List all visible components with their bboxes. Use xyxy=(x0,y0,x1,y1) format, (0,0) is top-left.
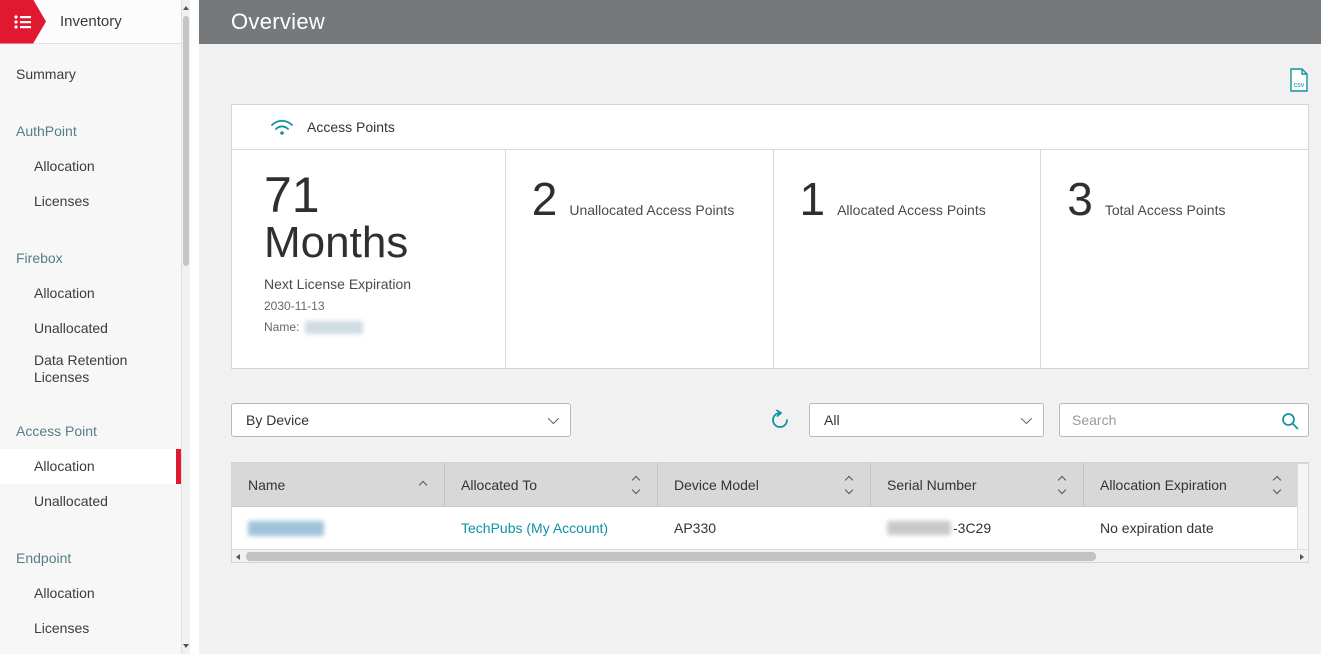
horizontal-scrollbar-thumb[interactable] xyxy=(246,552,1096,561)
search-input[interactable] xyxy=(1060,404,1308,436)
column-header-serial-number[interactable]: Serial Number xyxy=(871,463,1084,506)
refresh-button[interactable] xyxy=(769,409,791,431)
access-points-stats-card: Access Points 71 Months Next License Exp… xyxy=(231,104,1309,369)
sort-ascending-icon xyxy=(418,480,428,489)
months-unit: Months xyxy=(264,218,409,267)
group-by-select[interactable]: By Device xyxy=(231,403,571,437)
scroll-down-arrow-icon[interactable] xyxy=(182,640,190,652)
search-icon[interactable] xyxy=(1281,412,1299,430)
allocated-to-link[interactable]: TechPubs (My Account) xyxy=(461,520,608,536)
wifi-icon xyxy=(271,119,293,135)
sidebar-item-firebox-allocation[interactable]: Allocation xyxy=(0,276,181,311)
chevron-down-icon xyxy=(1020,412,1033,425)
filter-row: By Device All xyxy=(231,403,1309,437)
sort-both-icon xyxy=(1057,475,1067,494)
cell-device-model: AP330 xyxy=(674,520,717,536)
sort-both-icon xyxy=(631,475,641,494)
license-name-line: Name: xyxy=(264,320,505,334)
page-header: Overview xyxy=(199,0,1321,44)
page-title: Overview xyxy=(231,9,326,34)
sidebar-item-endpoint-licenses[interactable]: Licenses xyxy=(0,611,181,646)
sidebar-title: Inventory xyxy=(60,13,122,30)
total-aps-panel: 3 Total Access Points xyxy=(1041,150,1308,368)
scroll-left-arrow-icon[interactable] xyxy=(232,550,244,563)
unallocated-count: 2 xyxy=(531,173,558,225)
app-root: Inventory Summary AuthPoint Allocation L… xyxy=(0,0,1321,654)
sidebar: Inventory Summary AuthPoint Allocation L… xyxy=(0,0,190,654)
unallocated-label: Unallocated Access Points xyxy=(569,202,735,218)
sidebar-item-data-retention-licenses[interactable]: Data Retention Licenses xyxy=(0,346,181,392)
serial-suffix: -3C29 xyxy=(953,520,992,536)
table-horizontal-scrollbar[interactable] xyxy=(232,549,1308,562)
allocated-label: Allocated Access Points xyxy=(837,202,986,218)
status-filter-select[interactable]: All xyxy=(809,403,1044,437)
sidebar-item-summary[interactable]: Summary xyxy=(0,57,181,92)
sidebar-item-access-point-allocation[interactable]: Allocation xyxy=(0,449,181,484)
sidebar-inner: Inventory Summary AuthPoint Allocation L… xyxy=(0,0,181,654)
sort-both-icon xyxy=(844,475,854,494)
sidebar-section-authpoint[interactable]: AuthPoint xyxy=(0,114,181,149)
total-label: Total Access Points xyxy=(1104,202,1226,218)
redacted-device-name xyxy=(248,520,324,536)
cell-allocated-to: TechPubs (My Account) xyxy=(445,507,658,549)
license-expiration-panel: 71 Months Next License Expiration 2030-1… xyxy=(232,150,506,368)
sidebar-item-access-point-unallocated[interactable]: Unallocated xyxy=(0,484,181,519)
redacted-license-name xyxy=(305,320,364,334)
access-points-table: Name Allocated To Device Model Serial Nu… xyxy=(231,462,1309,563)
status-filter-value: All xyxy=(824,412,840,428)
cell-allocation-expiration: No expiration date xyxy=(1100,520,1214,536)
sidebar-nav: Summary AuthPoint Allocation Licenses Fi… xyxy=(0,44,181,646)
chevron-down-icon xyxy=(547,412,560,425)
cell-name xyxy=(232,507,445,549)
sidebar-item-authpoint-allocation[interactable]: Allocation xyxy=(0,149,181,184)
scroll-right-arrow-icon[interactable] xyxy=(1296,550,1308,563)
column-header-name[interactable]: Name xyxy=(232,463,445,506)
sidebar-item-authpoint-licenses[interactable]: Licenses xyxy=(0,184,181,219)
allocated-aps-panel: 1 Allocated Access Points xyxy=(774,150,1042,368)
sidebar-section-firebox[interactable]: Firebox xyxy=(0,241,181,276)
column-header-allocated-to[interactable]: Allocated To xyxy=(445,463,658,506)
unallocated-aps-panel: 2 Unallocated Access Points xyxy=(506,150,774,368)
sidebar-section-access-point[interactable]: Access Point xyxy=(0,414,181,449)
export-csv-button[interactable]: csv xyxy=(1289,67,1309,93)
refresh-icon xyxy=(772,409,788,428)
stats-card-header: Access Points xyxy=(232,105,1308,150)
table-row[interactable]: TechPubs (My Account) AP330 -3C29 No exp… xyxy=(232,507,1308,549)
sidebar-scrollbar[interactable] xyxy=(181,0,190,654)
stats-body: 71 Months Next License Expiration 2030-1… xyxy=(232,150,1308,368)
scroll-up-arrow-icon[interactable] xyxy=(182,2,190,14)
column-header-device-model[interactable]: Device Model xyxy=(658,463,871,506)
license-name-label: Name: xyxy=(264,320,300,335)
sidebar-item-endpoint-allocation[interactable]: Allocation xyxy=(0,576,181,611)
search-box xyxy=(1059,403,1309,437)
svg-text:csv: csv xyxy=(1294,82,1305,89)
sidebar-header: Inventory xyxy=(0,0,181,44)
license-date: 2030-11-13 xyxy=(264,299,325,314)
group-by-value: By Device xyxy=(246,412,310,428)
export-row: csv xyxy=(231,66,1309,94)
column-header-allocation-expiration[interactable]: Allocation Expiration xyxy=(1084,463,1298,506)
sidebar-item-firebox-unallocated[interactable]: Unallocated xyxy=(0,311,181,346)
total-count: 3 xyxy=(1067,173,1093,225)
csv-file-icon: csv xyxy=(1290,67,1308,92)
allocated-count: 1 xyxy=(799,173,826,225)
cell-serial-number: -3C29 xyxy=(871,507,1084,549)
list-icon xyxy=(14,14,31,29)
license-caption: Next License Expiration xyxy=(264,276,412,293)
sort-both-icon xyxy=(1272,475,1282,494)
main-area: Overview csv Access Points 71 Months Nex… xyxy=(199,0,1321,654)
content-area: csv Access Points 71 Months Next License… xyxy=(199,44,1321,654)
table-header-row: Name Allocated To Device Model Serial Nu… xyxy=(232,463,1308,507)
sidebar-section-endpoint[interactable]: Endpoint xyxy=(0,541,181,576)
table-vertical-scrollbar[interactable] xyxy=(1297,464,1308,549)
inventory-flag-icon xyxy=(0,0,46,44)
redacted-serial-prefix xyxy=(887,521,951,535)
months-value: 71 xyxy=(264,167,320,223)
sidebar-scrollbar-thumb[interactable] xyxy=(183,16,189,266)
stats-card-title: Access Points xyxy=(307,119,395,135)
